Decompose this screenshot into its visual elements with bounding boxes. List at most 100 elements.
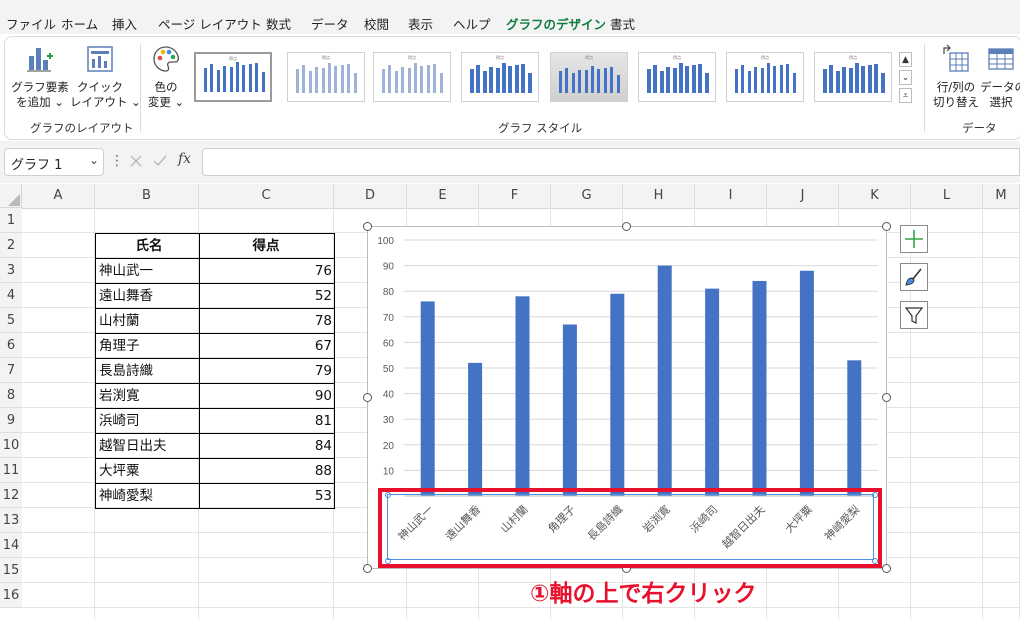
bar[interactable] [752, 280, 767, 496]
row-header-cell[interactable]: 4 [0, 283, 22, 308]
add-chart-element-button[interactable]: グラフ要素 を追加 ⌄ [11, 42, 69, 114]
table-cell-name[interactable]: 神崎愛梨 [95, 483, 199, 508]
resize-handle[interactable] [882, 222, 891, 231]
column-header-cell[interactable]: J [767, 184, 839, 208]
horizontal-axis-selection[interactable] [387, 494, 874, 560]
gallery-scroll-down-button[interactable]: ⌄ [899, 70, 912, 85]
table-cell-score[interactable]: 67 [199, 333, 335, 358]
insert-function-icon[interactable]: fx [178, 151, 191, 167]
column-header-cell[interactable]: I [695, 184, 767, 208]
bar[interactable] [799, 270, 814, 496]
quick-layout-button[interactable]: クイック レイアウト ⌄ [70, 42, 141, 114]
select-data-button[interactable]: データの選択 [980, 42, 1020, 114]
chart-style-thumbnail[interactable]: 得点 [373, 52, 451, 102]
gallery-more-button[interactable]: ⩡ [899, 88, 912, 103]
chevron-down-icon[interactable]: ⌄ [89, 153, 99, 167]
table-header-name[interactable]: 氏名 [95, 233, 199, 258]
bar[interactable] [610, 293, 625, 496]
table-cell-score[interactable]: 88 [199, 458, 335, 483]
bar[interactable] [705, 288, 720, 496]
bar[interactable] [562, 324, 577, 496]
row-header-cell[interactable]: 14 [0, 533, 22, 558]
column-header-cell[interactable]: B [95, 184, 199, 208]
bar[interactable] [657, 265, 672, 496]
table-cell-score[interactable]: 79 [199, 358, 335, 383]
row-header-cell[interactable]: 9 [0, 408, 22, 433]
row-header-cell[interactable]: 13 [0, 508, 22, 533]
column-header-cell[interactable]: E [407, 184, 479, 208]
chart-elements-button[interactable] [900, 225, 928, 253]
menu-tab[interactable]: 挿入 [112, 14, 137, 33]
name-box[interactable]: グラフ 1 ⌄ [4, 148, 104, 176]
table-cell-score[interactable]: 52 [199, 283, 335, 308]
chart-style-thumbnail[interactable]: 得点 [814, 52, 892, 102]
menu-tab[interactable]: グラフのデザイン [506, 14, 607, 39]
cancel-icon[interactable] [128, 153, 144, 169]
bar[interactable] [468, 362, 483, 496]
row-header-cell[interactable]: 15 [0, 558, 22, 583]
menu-tab[interactable]: データ [311, 14, 349, 33]
table-cell-score[interactable]: 76 [199, 258, 335, 283]
bar[interactable] [420, 301, 435, 496]
chart-style-thumbnail[interactable]: 得点 [461, 52, 539, 102]
column-header-cell[interactable]: M [983, 184, 1020, 208]
column-header-cell[interactable]: A [22, 184, 95, 208]
change-colors-button[interactable]: 色の 変更 ⌄ [146, 42, 186, 114]
menu-tab[interactable]: 書式 [610, 14, 635, 33]
resize-handle[interactable] [622, 222, 631, 231]
menu-tab[interactable]: 校閲 [364, 14, 389, 33]
row-header-cell[interactable]: 7 [0, 358, 22, 383]
row-header-cell[interactable]: 2 [0, 233, 22, 258]
chart-style-thumbnail[interactable]: 得点 [638, 52, 716, 102]
column-header-cell[interactable]: K [839, 184, 911, 208]
resize-handle[interactable] [363, 564, 372, 573]
chart-style-thumbnail[interactable]: 得点 [550, 52, 628, 102]
resize-handle[interactable] [882, 393, 891, 402]
row-header-cell[interactable]: 6 [0, 333, 22, 358]
table-cell-name[interactable]: 岩渕寛 [95, 383, 199, 408]
resize-handle[interactable] [363, 222, 372, 231]
table-cell-score[interactable]: 90 [199, 383, 335, 408]
column-header-cell[interactable]: C [199, 184, 334, 208]
formula-input[interactable] [202, 148, 1020, 176]
column-header-cell[interactable]: L [911, 184, 983, 208]
table-header-score[interactable]: 得点 [199, 233, 335, 258]
row-header-cell[interactable]: 1 [0, 208, 22, 233]
row-header-cell[interactable]: 16 [0, 583, 22, 608]
table-cell-name[interactable]: 神山武一 [95, 258, 199, 283]
gallery-scroll-up-button[interactable]: ▲ [899, 52, 912, 67]
column-header-cell[interactable]: G [551, 184, 623, 208]
table-cell-score[interactable]: 81 [199, 408, 335, 433]
resize-handle[interactable] [363, 393, 372, 402]
chart-filters-button[interactable] [900, 301, 928, 329]
table-cell-name[interactable]: 角理子 [95, 333, 199, 358]
more-options-icon[interactable]: ⋮ [110, 153, 124, 169]
select-all-corner[interactable] [0, 184, 22, 208]
bar[interactable] [847, 360, 862, 496]
bar[interactable] [515, 296, 530, 496]
column-header-cell[interactable]: D [334, 184, 407, 208]
enter-check-icon[interactable] [152, 153, 168, 169]
column-header-cell[interactable]: H [623, 184, 695, 208]
table-cell-name[interactable]: 浜崎司 [95, 408, 199, 433]
chart-styles-button[interactable] [900, 263, 928, 291]
table-cell-score[interactable]: 84 [199, 433, 335, 458]
table-cell-name[interactable]: 大坪粟 [95, 458, 199, 483]
chart-style-thumbnail[interactable]: 得点 [287, 52, 365, 102]
row-header-cell[interactable]: 3 [0, 258, 22, 283]
table-cell-name[interactable]: 長島詩織 [95, 358, 199, 383]
row-header-cell[interactable]: 11 [0, 458, 22, 483]
chart-style-thumbnail[interactable]: 得点 [194, 52, 272, 102]
chart-style-thumbnail[interactable]: 得点 [726, 52, 804, 102]
menu-tab[interactable]: ファイル [6, 14, 56, 33]
menu-tab[interactable]: ページ レイアウト [158, 14, 262, 33]
table-cell-score[interactable]: 78 [199, 308, 335, 333]
switch-row-column-button[interactable]: 行/列の 切り替え [930, 42, 982, 114]
row-header-cell[interactable]: 5 [0, 308, 22, 333]
table-cell-name[interactable]: 山村蘭 [95, 308, 199, 333]
menu-tab[interactable]: ホーム [61, 14, 98, 33]
row-header-cell[interactable]: 10 [0, 433, 22, 458]
column-header-cell[interactable]: F [479, 184, 551, 208]
menu-tab[interactable]: ヘルプ [453, 14, 491, 33]
menu-tab[interactable]: 表示 [408, 14, 433, 33]
